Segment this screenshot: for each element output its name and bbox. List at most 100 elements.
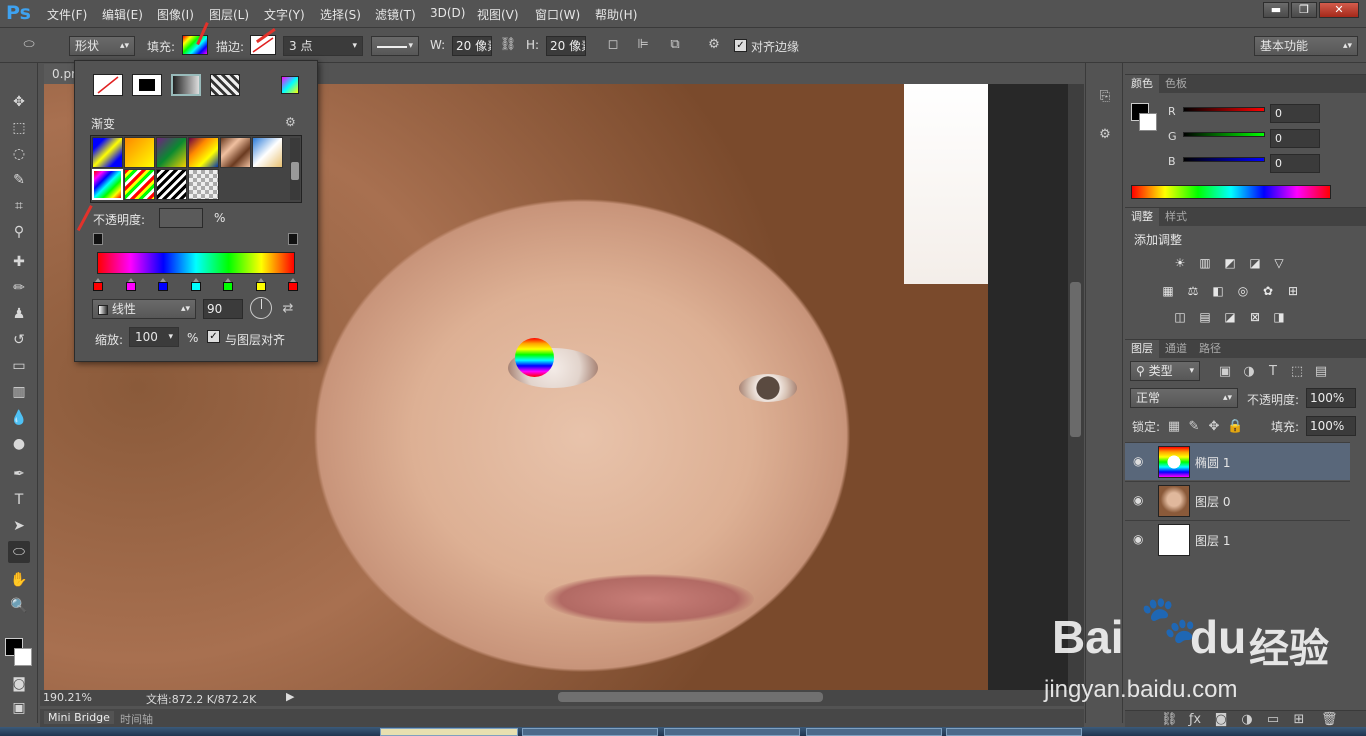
menu-filter[interactable]: 滤镜(T) xyxy=(375,6,416,23)
path-arrangement-icon[interactable]: ⧉ xyxy=(665,37,685,52)
reverse-gradient-icon[interactable]: ⇄ xyxy=(280,301,296,316)
lasso-tool-icon[interactable]: ◌ xyxy=(8,143,30,165)
tab-layers[interactable]: 图层 xyxy=(1125,340,1159,358)
link-layers-icon[interactable]: ⛓ xyxy=(1161,712,1178,727)
menu-help[interactable]: 帮助(H) xyxy=(595,6,637,23)
history-panel-icon[interactable]: ⎘ xyxy=(1095,89,1115,104)
g-input[interactable]: 0 xyxy=(1270,129,1320,148)
color-balance-icon[interactable]: ⚖ xyxy=(1185,284,1201,298)
menu-file[interactable]: 文件(F) xyxy=(47,6,87,23)
tab-color[interactable]: 颜色 xyxy=(1125,75,1159,93)
horizontal-scroll-thumb[interactable] xyxy=(558,692,823,702)
menu-3d[interactable]: 3D(D) xyxy=(430,6,465,20)
path-operations-icon[interactable]: ◻ xyxy=(603,37,623,52)
taskbar-item[interactable] xyxy=(380,728,518,736)
gradient-swatch-selected[interactable] xyxy=(92,169,123,200)
menu-type[interactable]: 文字(Y) xyxy=(264,6,305,23)
filter-image-icon[interactable]: ▣ xyxy=(1217,364,1233,379)
levels-icon[interactable]: ▥ xyxy=(1197,256,1213,270)
eyedropper-tool-icon[interactable]: ⚲ xyxy=(8,221,30,243)
gradient-style-dropdown[interactable]: 线性 ▴▾ xyxy=(92,299,196,319)
swatch-scroll-thumb[interactable] xyxy=(291,162,299,180)
tab-mini-bridge[interactable]: Mini Bridge xyxy=(44,711,114,724)
gradient-swatch[interactable] xyxy=(156,169,187,200)
layer-row-layer0[interactable]: ◉ 图层 0 xyxy=(1125,481,1350,519)
filter-adjustment-icon[interactable]: ◑ xyxy=(1241,364,1257,379)
move-tool-icon[interactable]: ✥ xyxy=(8,91,30,113)
gear-icon[interactable]: ⚙ xyxy=(704,37,724,52)
opacity-stop-left[interactable] xyxy=(93,233,103,245)
gradient-swatch[interactable] xyxy=(156,137,187,168)
color-stop[interactable] xyxy=(93,278,103,292)
gradient-map-icon[interactable]: ◨ xyxy=(1271,310,1287,324)
properties-panel-icon[interactable]: ⚙ xyxy=(1095,127,1115,142)
eye-visibility-icon[interactable]: ◉ xyxy=(1133,454,1143,468)
mask-icon[interactable]: ◙ xyxy=(1213,712,1229,727)
gradient-fill-button[interactable] xyxy=(171,74,201,96)
blur-tool-icon[interactable]: 💧 xyxy=(8,407,30,429)
pen-tool-icon[interactable]: ✒ xyxy=(8,463,30,485)
close-button[interactable]: ✕ xyxy=(1319,2,1359,18)
black-white-icon[interactable]: ◧ xyxy=(1210,284,1226,298)
color-picker-icon[interactable] xyxy=(281,76,299,94)
opacity-stop-right[interactable] xyxy=(288,233,298,245)
no-fill-button[interactable] xyxy=(93,74,123,96)
curves-icon[interactable]: ◩ xyxy=(1222,256,1238,270)
history-brush-tool-icon[interactable]: ↺ xyxy=(8,329,30,351)
eraser-tool-icon[interactable]: ▭ xyxy=(8,355,30,377)
brightness-icon[interactable]: ☀ xyxy=(1172,256,1188,270)
gradient-tool-icon[interactable]: ▥ xyxy=(8,381,30,403)
layer-name[interactable]: 椭圆 1 xyxy=(1195,454,1230,471)
minimize-button[interactable]: ▬ xyxy=(1263,2,1289,18)
new-adjustment-icon[interactable]: ◑ xyxy=(1239,712,1255,727)
fill-opacity-input[interactable]: 100% xyxy=(1306,416,1356,436)
vibrance-icon[interactable]: ▽ xyxy=(1271,256,1287,270)
color-stop[interactable] xyxy=(125,278,136,292)
tool-mode-dropdown[interactable]: 形状 ▴▾ xyxy=(69,36,135,56)
threshold-icon[interactable]: ◪ xyxy=(1222,310,1238,324)
tab-channels[interactable]: 通道 xyxy=(1159,340,1193,358)
fx-icon[interactable]: ƒx xyxy=(1187,712,1203,727)
taskbar-item[interactable] xyxy=(806,728,942,736)
background-color-swatch[interactable] xyxy=(14,648,32,666)
invert-icon[interactable]: ◫ xyxy=(1172,310,1188,324)
gradient-swatch[interactable] xyxy=(252,137,283,168)
gradient-swatch[interactable] xyxy=(124,137,155,168)
new-group-icon[interactable]: ▭ xyxy=(1265,712,1281,727)
taskbar-item[interactable] xyxy=(946,728,1082,736)
trash-icon[interactable]: 🗑 xyxy=(1321,712,1338,727)
crop-tool-icon[interactable]: ⌗ xyxy=(8,195,30,217)
menu-select[interactable]: 选择(S) xyxy=(320,6,361,23)
angle-dial[interactable] xyxy=(250,297,272,319)
hue-saturation-icon[interactable]: ▦ xyxy=(1160,284,1176,298)
tab-adjustments[interactable]: 调整 xyxy=(1125,208,1159,226)
path-select-tool-icon[interactable]: ➤ xyxy=(8,515,30,537)
taskbar-item[interactable] xyxy=(664,728,800,736)
healing-brush-tool-icon[interactable]: ✚ xyxy=(8,251,30,273)
clone-stamp-tool-icon[interactable]: ♟ xyxy=(8,303,30,325)
pattern-fill-button[interactable] xyxy=(210,74,240,96)
layer-row-ellipse[interactable]: ◉ 椭圆 1 xyxy=(1125,442,1350,480)
link-icon[interactable]: ⛓ xyxy=(498,37,518,52)
bg-color-chip[interactable] xyxy=(1139,113,1157,131)
filter-smart-icon[interactable]: ▤ xyxy=(1313,364,1329,379)
channel-mixer-icon[interactable]: ✿ xyxy=(1260,284,1276,298)
width-input[interactable]: 20 像素 xyxy=(452,36,492,56)
hand-tool-icon[interactable]: ✋ xyxy=(8,569,30,591)
workspace-dropdown[interactable]: 基本功能 ▴▾ xyxy=(1254,36,1358,56)
layer-name[interactable]: 图层 0 xyxy=(1195,493,1230,510)
brush-tool-icon[interactable]: ✏ xyxy=(8,277,30,299)
quick-select-tool-icon[interactable]: ✎ xyxy=(8,169,30,191)
layer-opacity-input[interactable]: 100% xyxy=(1306,388,1356,408)
screen-mode-icon[interactable]: ▣ xyxy=(8,697,30,719)
menu-window[interactable]: 窗口(W) xyxy=(535,6,580,23)
tab-swatches[interactable]: 色板 xyxy=(1159,75,1193,93)
menu-view[interactable]: 视图(V) xyxy=(477,6,519,23)
zoom-tool-icon[interactable]: 🔍 xyxy=(8,595,30,617)
gradient-swatch[interactable] xyxy=(92,137,123,168)
gear-icon[interactable]: ⚙ xyxy=(285,115,296,129)
new-layer-icon[interactable]: ⊞ xyxy=(1291,712,1307,727)
lock-pixels-icon[interactable]: ✎ xyxy=(1187,419,1201,434)
gradient-preview-bar[interactable] xyxy=(97,252,295,274)
color-stop[interactable] xyxy=(288,278,298,292)
